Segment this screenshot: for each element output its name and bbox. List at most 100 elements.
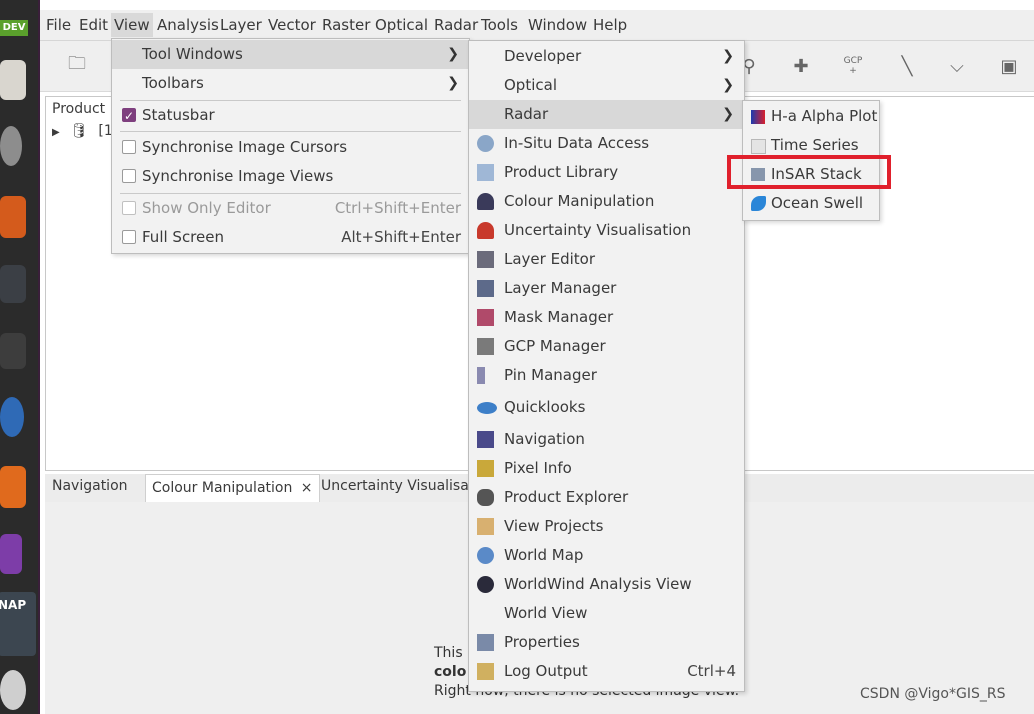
properties-icon [477,634,494,651]
show-only-editor-shortcut: Ctrl+Shift+Enter [334,199,461,217]
properties-label: Properties [504,633,580,651]
statusbar-checkbox[interactable] [122,102,136,131]
menu-edit[interactable]: Edit [79,16,108,34]
expand-arrow-icon[interactable]: ▶ [52,127,60,138]
matlab2-app-icon[interactable] [0,466,26,508]
dock-edge [38,0,40,714]
eye-icon [477,402,497,414]
gcp-manager-label: GCP Manager [504,337,606,355]
terminal-app-icon[interactable] [0,333,26,369]
tab-uncertainty-visualisation[interactable]: Uncertainty Visualisat [321,478,474,494]
menu-item-gcp-manager[interactable]: GCP Manager [469,332,744,361]
menu-item-uncertainty[interactable]: Uncertainty Visualisation [469,216,744,245]
menu-item-properties[interactable]: Properties [469,628,744,657]
uncertainty-label: Uncertainty Visualisation [504,221,692,239]
pin-manager-icon [477,367,485,384]
menu-item-h-a-alpha-plot[interactable]: H-a Alpha Plot [743,102,879,131]
disc-app-icon[interactable] [0,670,26,710]
menu-item-view-projects[interactable]: View Projects [469,512,744,541]
menu-item-world-view[interactable]: World View [469,599,744,628]
menu-item-tool-windows[interactable]: Tool Windows ❯ [112,40,469,69]
alpha-plot-icon [751,110,765,124]
menu-item-sync-cursors[interactable]: Synchronise Image Cursors [112,133,469,162]
pin-add-icon[interactable]: ✚ [790,55,812,77]
line-tool-icon[interactable]: ╲ [896,55,918,77]
worldwind-label: WorldWind Analysis View [504,575,692,593]
tab-navigation[interactable]: Navigation [52,478,128,494]
menu-item-layer-editor[interactable]: Layer Editor [469,245,744,274]
dev-app-badge[interactable]: DEV [0,20,28,36]
pixel-info-icon [477,460,494,477]
product-explorer-label: Product Explorer [504,488,629,506]
monitor-app-icon[interactable] [0,265,26,303]
menu-item-navigation[interactable]: Navigation [469,425,744,454]
menu-raster[interactable]: Raster [322,16,370,34]
menu-item-statusbar[interactable]: Statusbar [112,101,469,131]
menu-item-toolbars[interactable]: Toolbars ❯ [112,69,469,98]
menu-item-layer-manager[interactable]: Layer Manager [469,274,744,303]
menu-item-optical[interactable]: Optical ❯ [469,71,744,100]
tab-colour-manipulation-label: Colour Manipulation [152,480,293,496]
menu-item-mask-manager[interactable]: Mask Manager [469,303,744,332]
files-app-icon[interactable] [0,60,26,100]
shape-add-icon[interactable]: ▣ [998,55,1020,77]
polyline-tool-icon[interactable]: ⌵ [946,55,968,77]
full-screen-checkbox[interactable] [122,230,136,244]
menu-item-worldwind[interactable]: WorldWind Analysis View [469,570,744,599]
layer-manager-icon [477,280,494,297]
optical-label: Optical [504,76,557,94]
snap-app-icon[interactable]: NAP [0,592,36,656]
h-a-alpha-plot-label: H-a Alpha Plot [771,107,878,125]
menu-item-world-map[interactable]: World Map [469,541,744,570]
menu-item-developer[interactable]: Developer ❯ [469,42,744,71]
world-map-label: World Map [504,546,584,564]
tab-close-icon[interactable]: × [301,480,313,496]
settings-app-icon[interactable] [0,126,22,166]
menu-item-product-explorer[interactable]: Product Explorer [469,483,744,512]
log-output-icon [477,663,494,680]
menu-item-product-library[interactable]: Product Library [469,158,744,187]
product-explorer-tab[interactable]: Product [52,101,105,117]
menu-radar[interactable]: Radar [434,16,478,34]
tab-colour-manipulation[interactable]: Colour Manipulation × [145,474,320,502]
menu-window[interactable]: Window [528,16,587,34]
mask-manager-label: Mask Manager [504,308,614,326]
gcp-tool-icon[interactable]: GCP + [842,55,864,77]
menu-item-ocean-swell[interactable]: Ocean Swell [743,189,879,218]
developer-label: Developer [504,47,582,65]
menu-separator [120,131,461,132]
layer-editor-icon [477,251,494,268]
menu-item-pixel-info[interactable]: Pixel Info [469,454,744,483]
full-screen-shortcut: Alt+Shift+Enter [341,228,461,246]
sync-views-checkbox[interactable] [122,169,136,183]
menu-vector[interactable]: Vector [268,16,316,34]
matlab-app-icon[interactable] [0,196,26,238]
menu-item-log-output[interactable]: Log Output Ctrl+4 [469,657,744,686]
menu-item-full-screen[interactable]: Full Screen Alt+Shift+Enter [112,223,469,252]
navigation-label: Navigation [504,430,585,448]
menu-layer[interactable]: Layer [220,16,262,34]
menu-optical[interactable]: Optical [375,16,428,34]
menubar: File Edit View Analysis Layer Vector Ras… [40,10,1034,41]
log-output-shortcut: Ctrl+4 [687,662,736,680]
r-app-icon[interactable] [0,397,24,437]
launcher-dock: DEV NAP [0,0,40,714]
menu-item-quicklooks[interactable]: Quicklooks [469,393,744,422]
feather-app-icon[interactable] [0,534,22,574]
menu-help[interactable]: Help [593,16,627,34]
menu-view[interactable]: View [111,13,153,37]
menu-item-radar[interactable]: Radar ❯ [469,100,744,129]
menu-analysis[interactable]: Analysis [157,16,219,34]
mask-manager-icon [477,309,494,326]
ocean-swell-label: Ocean Swell [771,194,864,212]
menu-item-pin-manager[interactable]: Pin Manager [469,361,744,390]
menu-item-in-situ[interactable]: In-Situ Data Access [469,129,744,158]
world-map-icon [477,547,494,564]
menu-item-colour-manipulation[interactable]: Colour Manipulation [469,187,744,216]
pin-manager-label: Pin Manager [504,366,597,384]
open-folder-icon[interactable]: 🗀 [66,53,88,77]
menu-item-sync-views[interactable]: Synchronise Image Views [112,162,469,191]
menu-file[interactable]: File [46,16,71,34]
menu-tools[interactable]: Tools [481,16,518,34]
sync-cursors-checkbox[interactable] [122,140,136,154]
